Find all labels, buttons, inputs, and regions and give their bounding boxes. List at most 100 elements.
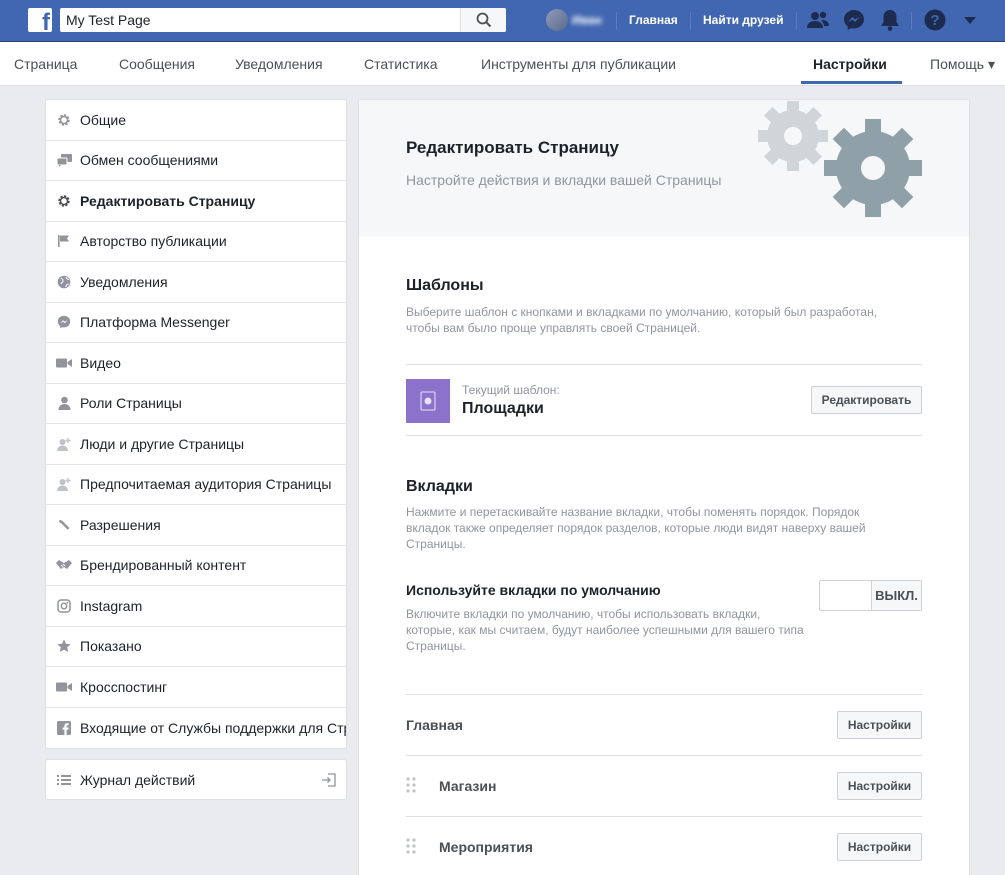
- sidebar-item-label: Платформа Messenger: [80, 314, 230, 331]
- sidebar-item-featured[interactable]: Показано: [46, 627, 346, 667]
- divider: [406, 364, 922, 365]
- notifications-icon[interactable]: [880, 9, 900, 31]
- sidebar-item-post-attribution[interactable]: Авторство публикации: [46, 222, 346, 262]
- tab-row-label[interactable]: Мероприятия: [439, 839, 533, 855]
- top-bar: f My Test Page Иван Главная Найти друзей…: [0, 0, 1005, 42]
- sidebar-item-permissions[interactable]: Разрешения: [46, 505, 346, 546]
- sidebar-item-label: Обмен сообщениями: [80, 152, 219, 169]
- search-box[interactable]: My Test Page: [60, 8, 506, 32]
- tab-insights[interactable]: Статистика: [364, 56, 438, 72]
- tab-settings-button[interactable]: Настройки: [837, 711, 922, 739]
- list-icon: [56, 772, 72, 788]
- sidebar-item-label: Входящие от Службы поддержки для Страниц: [80, 719, 346, 736]
- divider: [406, 694, 922, 695]
- tab-publishing-tools[interactable]: Инструменты для публикации: [481, 56, 676, 72]
- drag-handle-icon[interactable]: [406, 777, 416, 793]
- friend-requests-icon[interactable]: [806, 10, 830, 30]
- panel-header: Редактировать Страницу Настройте действи…: [359, 100, 969, 237]
- divider: [406, 755, 922, 756]
- sidebar-item-edit-page[interactable]: Редактировать Страницу: [46, 181, 346, 222]
- divider: [911, 12, 912, 30]
- sidebar-item-label: Видео: [80, 354, 121, 371]
- sidebar-item-notifications[interactable]: Уведомления: [46, 262, 346, 303]
- avatar[interactable]: [546, 9, 568, 31]
- tab-messages[interactable]: Сообщения: [119, 56, 195, 72]
- tabs-description-line: Нажмите и перетаскивайте название вкладк…: [406, 505, 860, 519]
- wrench-icon: [56, 517, 72, 533]
- person-add-icon: [56, 436, 72, 452]
- sidebar-item-preferred-audience[interactable]: Предпочитаемая аудитория Страницы: [46, 465, 346, 505]
- sidebar-item-label: Разрешения: [80, 516, 161, 533]
- default-tabs-description-line: Включите вкладки по умолчанию, чтобы исп…: [406, 607, 761, 621]
- sidebar-item-label: Редактировать Страницу: [80, 192, 256, 209]
- tab-settings[interactable]: Настройки: [813, 56, 887, 72]
- chat-icon: [56, 152, 72, 168]
- page-title: Редактировать Страницу: [406, 138, 619, 157]
- current-template-name: Площадки: [462, 400, 544, 417]
- divider: [690, 12, 691, 30]
- tab-row-label[interactable]: Магазин: [439, 778, 496, 794]
- tab-page[interactable]: Страница: [14, 56, 77, 72]
- default-tabs-title: Используйте вкладки по умолчанию: [406, 582, 661, 598]
- sidebar-item-crossposting[interactable]: Кросспостинг: [46, 667, 346, 708]
- tab-settings-button[interactable]: Настройки: [837, 772, 922, 800]
- venue-template-icon: [420, 391, 436, 411]
- instagram-icon: [56, 598, 72, 614]
- toggle-state-label: ВЫКЛ.: [871, 581, 921, 610]
- edit-template-button[interactable]: Редактировать: [811, 386, 922, 414]
- sidebar-item-page-roles[interactable]: Роли Страницы: [46, 384, 346, 424]
- sidebar-item-messaging[interactable]: Обмен сообщениями: [46, 141, 346, 181]
- templates-title: Шаблоны: [406, 277, 484, 294]
- sidebar-item-support-inbox[interactable]: Входящие от Службы поддержки для Страниц: [46, 708, 346, 749]
- star-icon: [56, 638, 72, 654]
- edit-page-panel: Редактировать Страницу Настройте действи…: [358, 99, 970, 875]
- search-icon: [476, 12, 492, 28]
- gear-icon: [824, 119, 922, 217]
- search-button[interactable]: [460, 8, 506, 32]
- sidebar-item-label: Брендированный контент: [80, 557, 247, 574]
- sidebar-item-messenger-platform[interactable]: Платформа Messenger: [46, 303, 346, 343]
- sidebar-item-label: Люди и другие Страницы: [80, 435, 245, 452]
- settings-sidebar: Общие Обмен сообщениями Редактировать Ст…: [45, 99, 347, 749]
- video-icon: [56, 679, 72, 695]
- globe-icon: [56, 274, 72, 290]
- tab-notifications[interactable]: Уведомления: [235, 56, 323, 72]
- activity-log-link[interactable]: Журнал действий: [45, 759, 347, 800]
- handshake-icon: [56, 557, 72, 573]
- default-tabs-toggle[interactable]: ВЫКЛ.: [819, 580, 922, 611]
- person-icon: [56, 395, 72, 411]
- sidebar-item-label: Предпочитаемая аудитория Страницы: [80, 476, 332, 493]
- messenger-icon: [56, 314, 72, 330]
- facebook-logo-icon[interactable]: f: [28, 8, 52, 35]
- sidebar-item-video[interactable]: Видео: [46, 343, 346, 384]
- svg-text:?: ?: [930, 12, 939, 29]
- divider: [796, 12, 797, 30]
- sidebar-item-general[interactable]: Общие: [46, 100, 346, 141]
- templates-description-line: чтобы вам было проще управлять своей Стр…: [406, 321, 701, 335]
- home-link[interactable]: Главная: [629, 13, 678, 27]
- tab-settings-button[interactable]: Настройки: [837, 833, 922, 861]
- chevron-down-icon[interactable]: [963, 16, 977, 26]
- sidebar-item-people-and-pages[interactable]: Люди и другие Страницы: [46, 424, 346, 465]
- user-name-link[interactable]: Иван: [572, 13, 602, 27]
- gear-icon: [56, 112, 72, 128]
- page-subtitle: Настройте действия и вкладки вашей Стран…: [406, 172, 722, 188]
- tab-help[interactable]: Помощь ▾: [930, 56, 995, 73]
- sidebar-item-label: Кросспостинг: [80, 678, 168, 695]
- help-icon[interactable]: ?: [924, 9, 946, 31]
- video-icon: [56, 355, 72, 371]
- divider: [406, 816, 922, 817]
- search-input[interactable]: My Test Page: [66, 12, 151, 28]
- page-nav: Страница Сообщения Уведомления Статистик…: [0, 42, 1005, 86]
- sidebar-item-label: Уведомления: [80, 273, 168, 290]
- tabs-description-line: Страницы.: [406, 537, 466, 551]
- template-thumbnail: [406, 379, 450, 423]
- gear-icon: [758, 101, 828, 171]
- find-friends-link[interactable]: Найти друзей: [703, 13, 783, 27]
- sidebar-item-branded-content[interactable]: Брендированный контент: [46, 546, 346, 586]
- sidebar-item-label: Роли Страницы: [80, 395, 182, 412]
- drag-handle-icon[interactable]: [406, 838, 416, 854]
- sidebar-item-instagram[interactable]: Instagram: [46, 586, 346, 627]
- active-tab-indicator: [801, 81, 902, 84]
- messenger-icon[interactable]: [843, 9, 865, 31]
